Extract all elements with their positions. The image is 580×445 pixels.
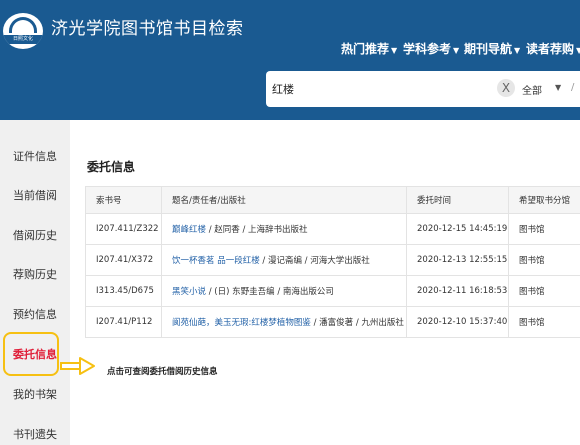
sidebar-item-current-loans[interactable]: 当前借阅 bbox=[13, 187, 57, 203]
table-row: I313.45/D675 黑笑小说 / (日) 东野圭吾编 / 南海出版公司 2… bbox=[85, 275, 580, 307]
nav-reader-recommend[interactable]: 读者荐购 ▼ bbox=[526, 40, 580, 56]
time-cell: 2020-12-13 12:55:15 bbox=[406, 244, 509, 276]
table-row: I207.41/P112 阆苑仙葩，美玉无瑕:红楼梦植物图鉴 / 潘富俊著 / … bbox=[85, 306, 580, 338]
branch-cell: 图书馆 bbox=[508, 244, 580, 276]
time-cell: 2020-12-11 16:18:53 bbox=[406, 275, 509, 307]
column-header-branch: 希望取书分馆 bbox=[508, 186, 580, 214]
book-meta: / 漫记斋编 / 河海大学出版社 bbox=[259, 256, 370, 266]
search-input[interactable] bbox=[272, 80, 492, 98]
sidebar-item-card-info[interactable]: 证件信息 bbox=[13, 148, 57, 164]
sidebar-item-my-shelf[interactable]: 我的书架 bbox=[13, 386, 57, 402]
history-hint-link[interactable]: 点击可查阅委托借阅历史信息 bbox=[107, 365, 218, 377]
nav-subject-reference[interactable]: 学科参考 ▼ bbox=[403, 40, 459, 56]
branch-cell: 图书馆 bbox=[508, 306, 580, 338]
nav-journal-guide[interactable]: 期刊导航 ▼ bbox=[464, 40, 520, 56]
sidebar-item-lost-items[interactable]: 书刊遗失 bbox=[13, 426, 57, 442]
logo-emblem bbox=[9, 17, 37, 33]
time-cell: 2020-12-15 14:45:19 bbox=[406, 213, 509, 245]
sidebar-item-purchase-history[interactable]: 荐购历史 bbox=[13, 266, 57, 282]
book-title-link[interactable]: 黑笑小说 bbox=[172, 287, 206, 297]
column-header-call-number: 索书号 bbox=[85, 186, 162, 214]
table-row: I207.41/X372 饮一杯香茗 品一段红楼 / 漫记斋编 / 河海大学出版… bbox=[85, 244, 580, 276]
chevron-down-icon: ▼ bbox=[576, 46, 580, 55]
logo-text: 日照文化 bbox=[3, 35, 43, 44]
call-number-cell: I313.45/D675 bbox=[85, 275, 162, 307]
title-cell: 巅峰红楼 / 赵同香 / 上海辞书出版社 bbox=[161, 213, 407, 245]
chevron-down-icon: ▼ bbox=[514, 46, 521, 55]
chevron-down-icon[interactable]: ▼ bbox=[555, 83, 561, 92]
search-separator: / bbox=[571, 82, 575, 93]
book-meta: / 潘富俊著 / 九州出版社 bbox=[310, 318, 404, 328]
table-row: I207.411/Z322 巅峰红楼 / 赵同香 / 上海辞书出版社 2020-… bbox=[85, 213, 580, 245]
site-title[interactable]: 济光学院图书馆书目检索 bbox=[51, 14, 244, 39]
time-cell: 2020-12-10 15:37:40 bbox=[406, 306, 509, 338]
title-cell: 阆苑仙葩，美玉无瑕:红楼梦植物图鉴 / 潘富俊著 / 九州出版社 bbox=[161, 306, 407, 338]
call-number-cell: I207.41/P112 bbox=[85, 306, 162, 338]
page-title: 委托信息 bbox=[87, 160, 136, 174]
book-title-link[interactable]: 阆苑仙葩，美玉无瑕:红楼梦植物图鉴 bbox=[172, 318, 311, 328]
delegation-panel: 委托信息 索书号 题名/责任者/出版社 委托时间 希望取书分馆 I207.411… bbox=[75, 140, 580, 340]
call-number-cell: I207.411/Z322 bbox=[85, 213, 162, 245]
delegation-table: 索书号 题名/责任者/出版社 委托时间 希望取书分馆 I207.411/Z322… bbox=[85, 186, 580, 338]
book-meta: / (日) 东野圭吾编 / 南海出版公司 bbox=[206, 287, 334, 297]
library-logo[interactable]: 日照文化 bbox=[3, 13, 43, 49]
book-title-link[interactable]: 饮一杯香茗 品一段红楼 bbox=[172, 256, 260, 266]
nav-hot-recommend[interactable]: 热门推荐 ▼ bbox=[341, 40, 397, 56]
clear-icon[interactable]: X bbox=[497, 79, 515, 97]
highlight-box bbox=[3, 332, 59, 376]
nav-label: 热门推荐 bbox=[341, 42, 390, 56]
nav-label: 读者荐购 bbox=[526, 42, 575, 56]
column-header-time: 委托时间 bbox=[406, 186, 509, 214]
arrow-right-icon bbox=[60, 357, 95, 375]
title-cell: 饮一杯香茗 品一段红楼 / 漫记斋编 / 河海大学出版社 bbox=[161, 244, 407, 276]
book-title-link[interactable]: 巅峰红楼 bbox=[172, 225, 206, 235]
site-header: 日照文化 济光学院图书馆书目检索 热门推荐 ▼ 学科参考 ▼ 期刊导航 ▼ 读者荐购 ▼… bbox=[0, 0, 580, 120]
sidebar-item-loan-history[interactable]: 借阅历史 bbox=[13, 227, 57, 243]
search-bar: X 全部 ▼ / bbox=[266, 71, 580, 107]
chevron-down-icon: ▼ bbox=[391, 46, 398, 55]
search-scope-select[interactable]: 全部 bbox=[522, 82, 542, 97]
branch-cell: 图书馆 bbox=[508, 275, 580, 307]
branch-cell: 图书馆 bbox=[508, 213, 580, 245]
call-number-cell: I207.41/X372 bbox=[85, 244, 162, 276]
sidebar-item-reservations[interactable]: 预约信息 bbox=[13, 306, 57, 322]
nav-label: 期刊导航 bbox=[464, 42, 513, 56]
book-meta: / 赵同香 / 上海辞书出版社 bbox=[206, 225, 308, 235]
column-header-title: 题名/责任者/出版社 bbox=[161, 186, 407, 214]
nav-label: 学科参考 bbox=[403, 42, 452, 56]
title-cell: 黑笑小说 / (日) 东野圭吾编 / 南海出版公司 bbox=[161, 275, 407, 307]
table-header-row: 索书号 题名/责任者/出版社 委托时间 希望取书分馆 bbox=[85, 186, 580, 214]
chevron-down-icon: ▼ bbox=[453, 46, 460, 55]
